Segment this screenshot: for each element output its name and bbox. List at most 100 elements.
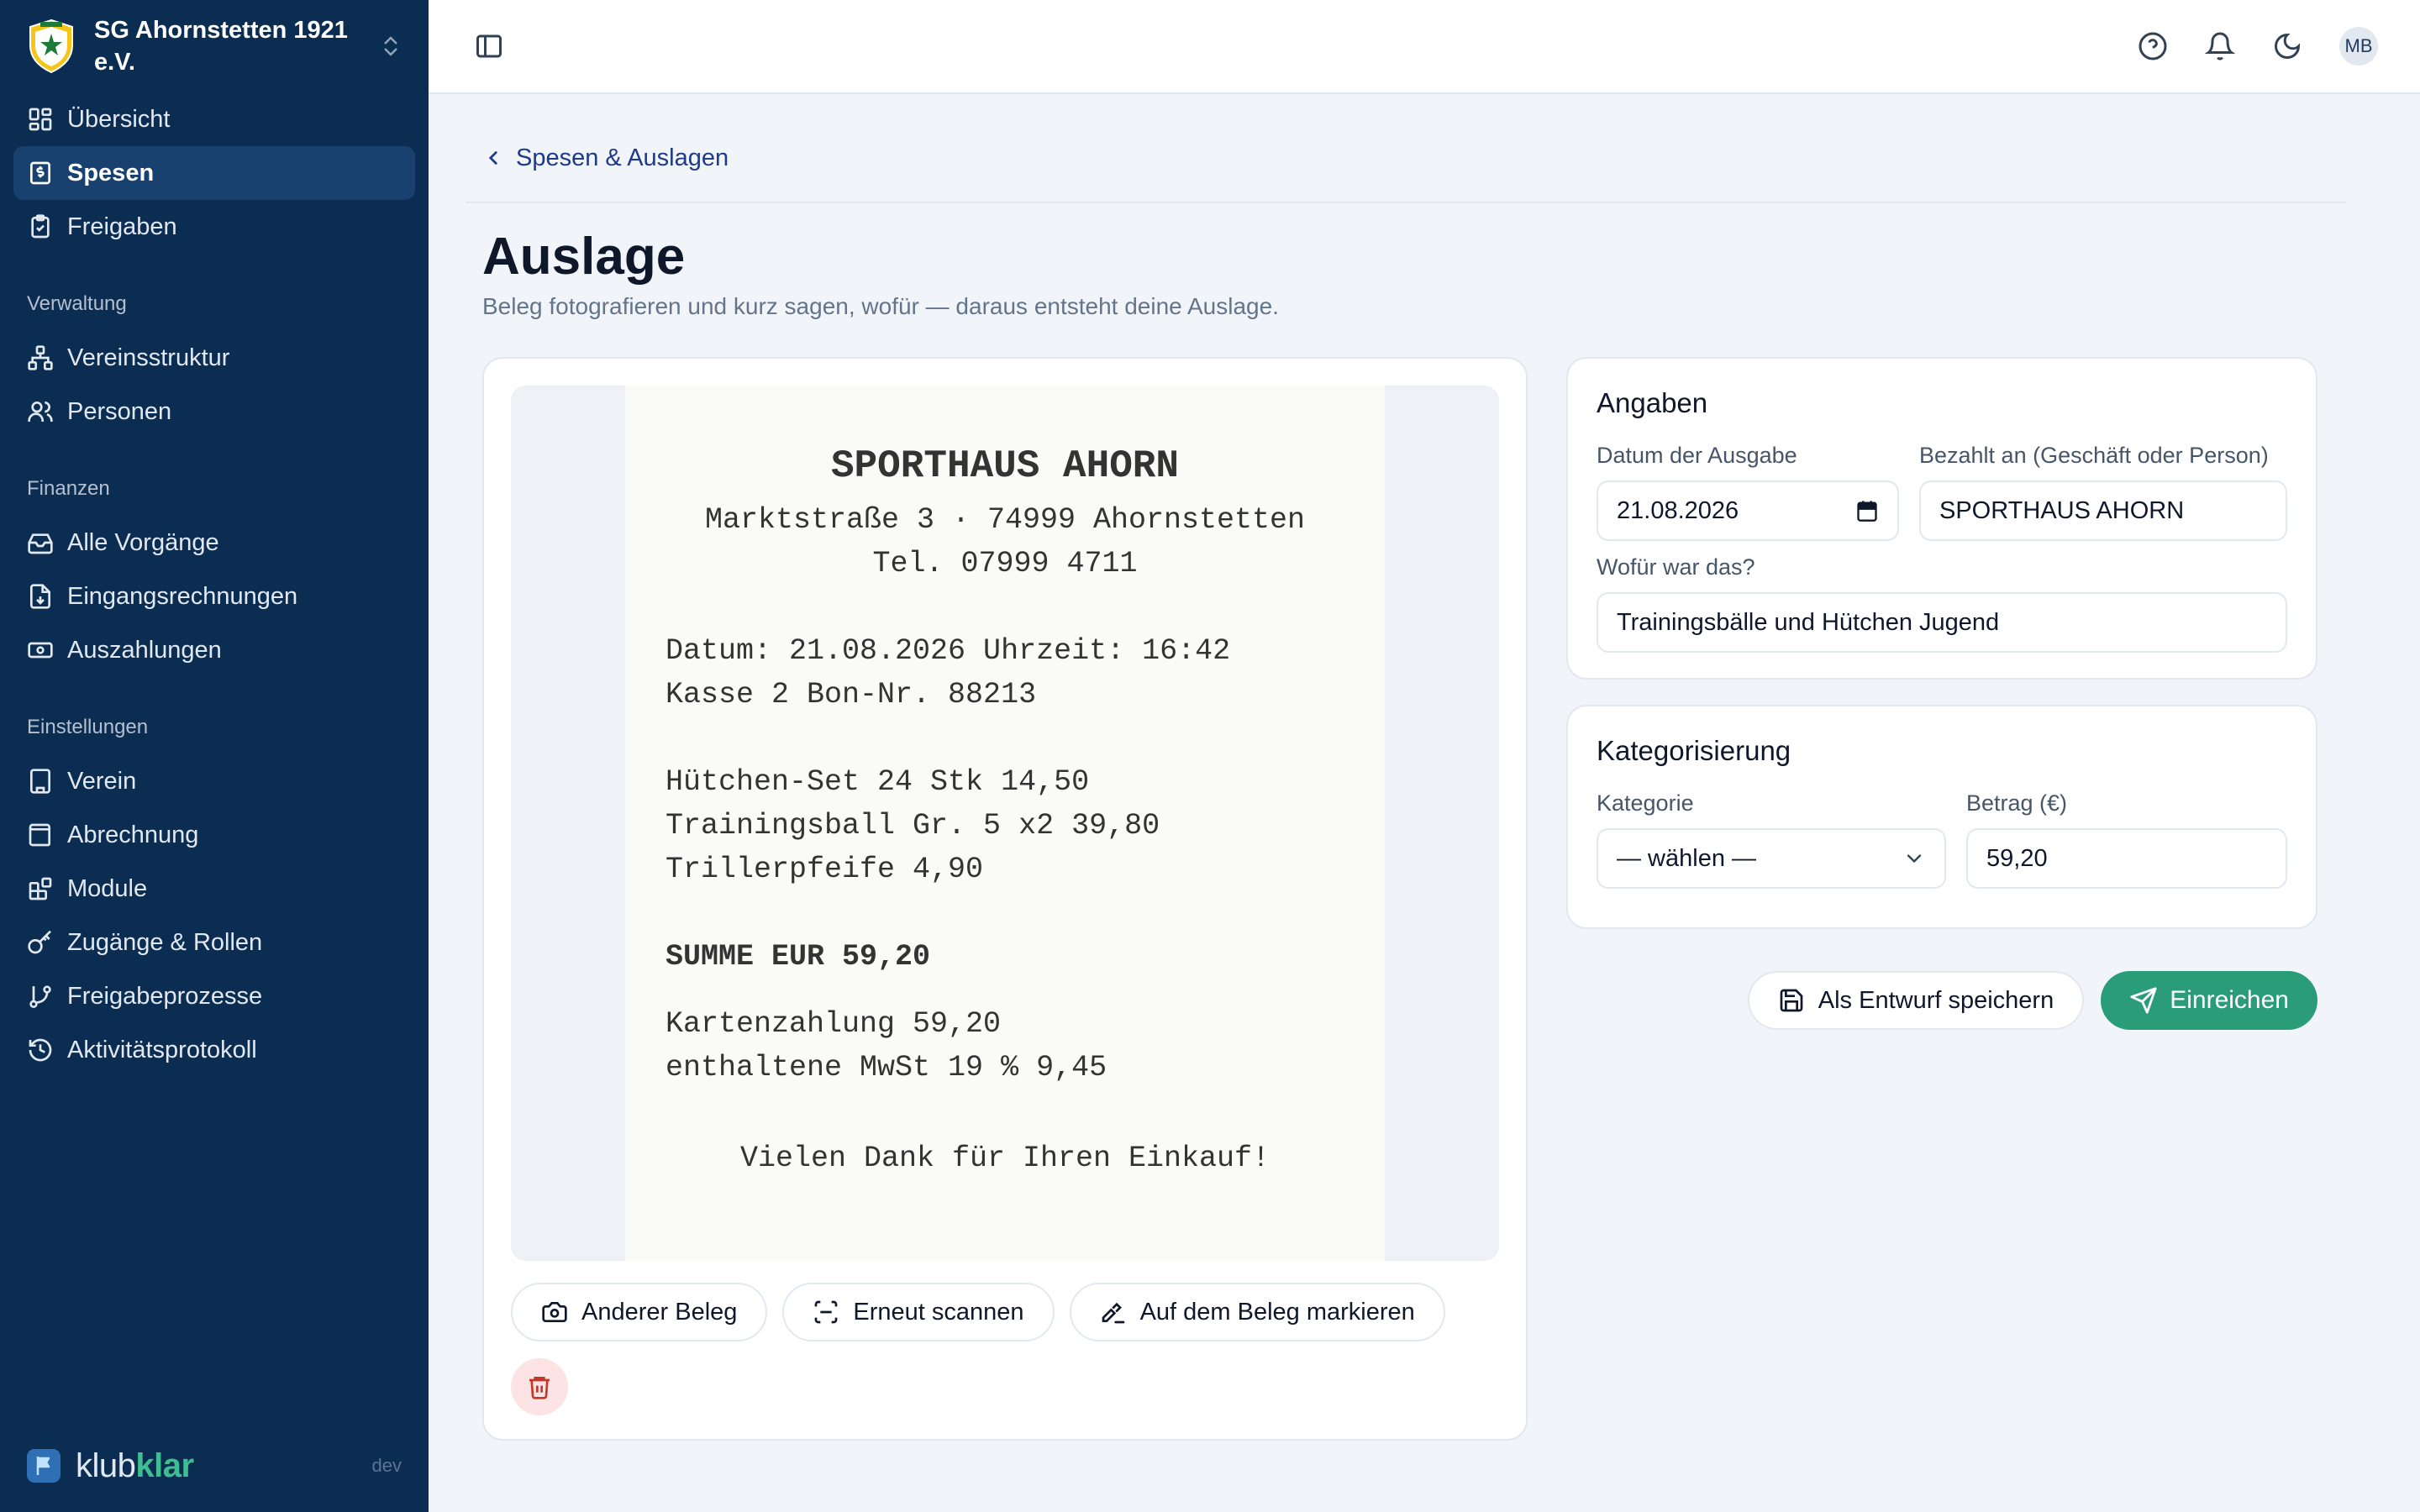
- chevron-up-down-icon: [384, 36, 397, 56]
- nav-section-title: Einstellungen: [27, 716, 149, 738]
- breadcrumb[interactable]: Spesen & Auslagen: [466, 94, 2346, 203]
- sidebar-item-label: Auszahlungen: [67, 636, 222, 664]
- amount-input[interactable]: 59,20: [1966, 828, 2287, 889]
- other-receipt-label: Anderer Beleg: [581, 1298, 738, 1326]
- sidebar-item-uebersicht[interactable]: Übersicht: [13, 92, 415, 146]
- category-value: — wählen —: [1617, 844, 1757, 872]
- sidebar-item-personen[interactable]: Personen: [13, 385, 415, 438]
- categorization-card: Kategorisierung Kategorie — wählen — Bet…: [1566, 705, 2317, 929]
- amount-label: Betrag (€): [1966, 790, 2068, 816]
- rescan-label: Erneut scannen: [853, 1298, 1024, 1326]
- chevron-left-icon: [488, 151, 497, 165]
- category-field: Kategorie — wählen —: [1597, 790, 1946, 889]
- sidebar-item-aktivitaetsprotokoll[interactable]: Aktivitätsprotokoll: [13, 1023, 415, 1077]
- purpose-field: Wofür war das? Trainingsbälle und Hütche…: [1597, 554, 2287, 653]
- category-label: Kategorie: [1597, 790, 1694, 816]
- payee-field: Bezahlt an (Geschäft oder Person) SPORTH…: [1919, 443, 2287, 554]
- network-icon: [28, 345, 53, 370]
- submit-button[interactable]: Einreichen: [2101, 971, 2317, 1030]
- signature-icon: [1102, 1302, 1124, 1324]
- sidebar-item-eingangsrechnungen[interactable]: Eingangsrechnungen: [13, 570, 415, 623]
- bell-icon[interactable]: [2205, 31, 2235, 61]
- purpose-input[interactable]: Trainingsbälle und Hütchen Jugend: [1597, 592, 2287, 653]
- receipt-date-line: Datum: 21.08.2026 Uhrzeit: 16:42: [666, 634, 1231, 668]
- blocks-icon: [29, 877, 52, 900]
- receipt-register-line: Kasse 2 Bon-Nr. 88213: [666, 678, 1037, 711]
- main-area: MB Spesen & Auslagen Auslage Beleg fotog…: [429, 0, 2420, 1512]
- mark-on-receipt-button[interactable]: Auf dem Beleg markieren: [1069, 1283, 1445, 1341]
- save-draft-label: Als Entwurf speichern: [1818, 986, 2054, 1014]
- receipt-tax: enthaltene MwSt 19 % 9,45: [666, 1051, 1107, 1084]
- mark-on-receipt-label: Auf dem Beleg markieren: [1139, 1298, 1415, 1326]
- sidebar-item-alle-vorgaenge[interactable]: Alle Vorgänge: [13, 516, 415, 570]
- banknote-icon: [28, 642, 53, 659]
- sidebar-item-freigaben[interactable]: Freigaben: [13, 200, 415, 254]
- receipt-phone: Tel. 07999 4711: [872, 547, 1138, 580]
- clipboard-check-icon: [31, 214, 50, 239]
- amount-value: 59,20: [1986, 844, 2048, 872]
- save-icon: [1780, 989, 1803, 1012]
- page-subtitle: Beleg fotografieren und kurz sagen, wofü…: [482, 293, 1279, 319]
- camera-icon: [542, 1302, 567, 1322]
- page-title: Auslage: [482, 228, 686, 286]
- payee-input[interactable]: SPORTHAUS AHORN: [1919, 480, 2287, 541]
- sidebar-item-abrechnung[interactable]: Abrechnung: [13, 808, 415, 862]
- history-icon: [29, 1038, 52, 1062]
- sidebar-item-freigabeprozesse[interactable]: Freigabeprozesse: [13, 969, 415, 1023]
- receipt-icon: [30, 161, 50, 185]
- scan-icon: [815, 1300, 838, 1324]
- send-icon: [2130, 987, 2157, 1014]
- sidebar-item-zugaenge-rollen[interactable]: Zugänge & Rollen: [13, 916, 415, 969]
- sidebar-item-label: Vereinsstruktur: [67, 344, 230, 371]
- org-name: SG Ahornstetten 1921 e.V.: [94, 17, 348, 76]
- git-branch-icon: [29, 985, 51, 1008]
- save-draft-button[interactable]: Als Entwurf speichern: [1747, 971, 2085, 1030]
- help-icon[interactable]: [2138, 31, 2168, 61]
- environment-badge: dev: [371, 1455, 402, 1476]
- category-select[interactable]: — wählen —: [1597, 828, 1946, 889]
- sidebar-item-module[interactable]: Module: [13, 862, 415, 916]
- date-input[interactable]: 21.08.2026: [1597, 480, 1899, 541]
- receipt-total: SUMME EUR 59,20: [666, 940, 931, 974]
- sidebar-item-label: Personen: [67, 397, 172, 425]
- sidebar-item-spesen[interactable]: Spesen: [13, 146, 415, 200]
- receipt-thanks: Vielen Dank für Ihren Einkauf!: [739, 1142, 1270, 1175]
- sidebar-item-label: Eingangsrechnungen: [67, 582, 298, 610]
- topbar: MB: [429, 0, 2420, 94]
- sidebar-item-label: Module: [67, 874, 148, 902]
- calendar-icon[interactable]: [1855, 499, 1879, 522]
- receipt-actions: Anderer Beleg Erneut scannen Auf dem Bel…: [511, 1283, 1499, 1341]
- sidebar-item-label: Freigaben: [67, 213, 177, 240]
- date-field: Datum der Ausgabe 21.08.2026: [1597, 443, 1899, 541]
- sidebar-item-label: Übersicht: [67, 105, 171, 133]
- klubklar-logo-icon: [27, 1449, 60, 1483]
- sidebar-item-label: Abrechnung: [67, 821, 199, 848]
- sidebar-item-vereinsstruktur[interactable]: Vereinsstruktur: [13, 331, 415, 385]
- chevron-down-icon: [1907, 854, 1922, 864]
- receipt-card: SPORTHAUS AHORN Marktstraße 3 · 74999 Ah…: [482, 357, 1528, 1441]
- rescan-button[interactable]: Erneut scannen: [782, 1283, 1055, 1341]
- sidebar-toggle-icon[interactable]: [474, 31, 504, 61]
- trash-icon: [529, 1377, 550, 1399]
- wallet-icon: [29, 823, 50, 847]
- payee-value: SPORTHAUS AHORN: [1939, 496, 2185, 524]
- receipt-address: Marktstraße 3 · 74999 Ahornstetten: [704, 503, 1306, 537]
- sidebar-item-label: Alle Vorgänge: [67, 528, 219, 556]
- sidebar-item-verein[interactable]: Verein: [13, 754, 415, 808]
- key-icon: [28, 930, 51, 954]
- purpose-label: Wofür war das?: [1597, 554, 1755, 580]
- content-columns: SPORTHAUS AHORN Marktstraße 3 · 74999 Ah…: [482, 357, 2346, 1441]
- other-receipt-button[interactable]: Anderer Beleg: [511, 1283, 768, 1341]
- sidebar-item-auszahlungen[interactable]: Auszahlungen: [13, 623, 415, 677]
- amount-field: Betrag (€) 59,20: [1966, 790, 2287, 902]
- file-download-icon: [30, 584, 50, 609]
- org-switcher[interactable]: SG Ahornstetten 1921 e.V.: [0, 0, 429, 92]
- avatar[interactable]: MB: [2339, 27, 2378, 66]
- sidebar-item-label: Aktivitätsprotokoll: [67, 1036, 257, 1063]
- club-crest-icon: [29, 18, 73, 74]
- delete-receipt-button[interactable]: [511, 1358, 568, 1415]
- receipt-item: Hütchen-Set 24 Stk 14,50: [666, 765, 1090, 799]
- sidebar-item-label: Freigabeprozesse: [67, 982, 263, 1010]
- moon-icon[interactable]: [2272, 31, 2302, 61]
- topbar-actions: MB: [2138, 27, 2378, 66]
